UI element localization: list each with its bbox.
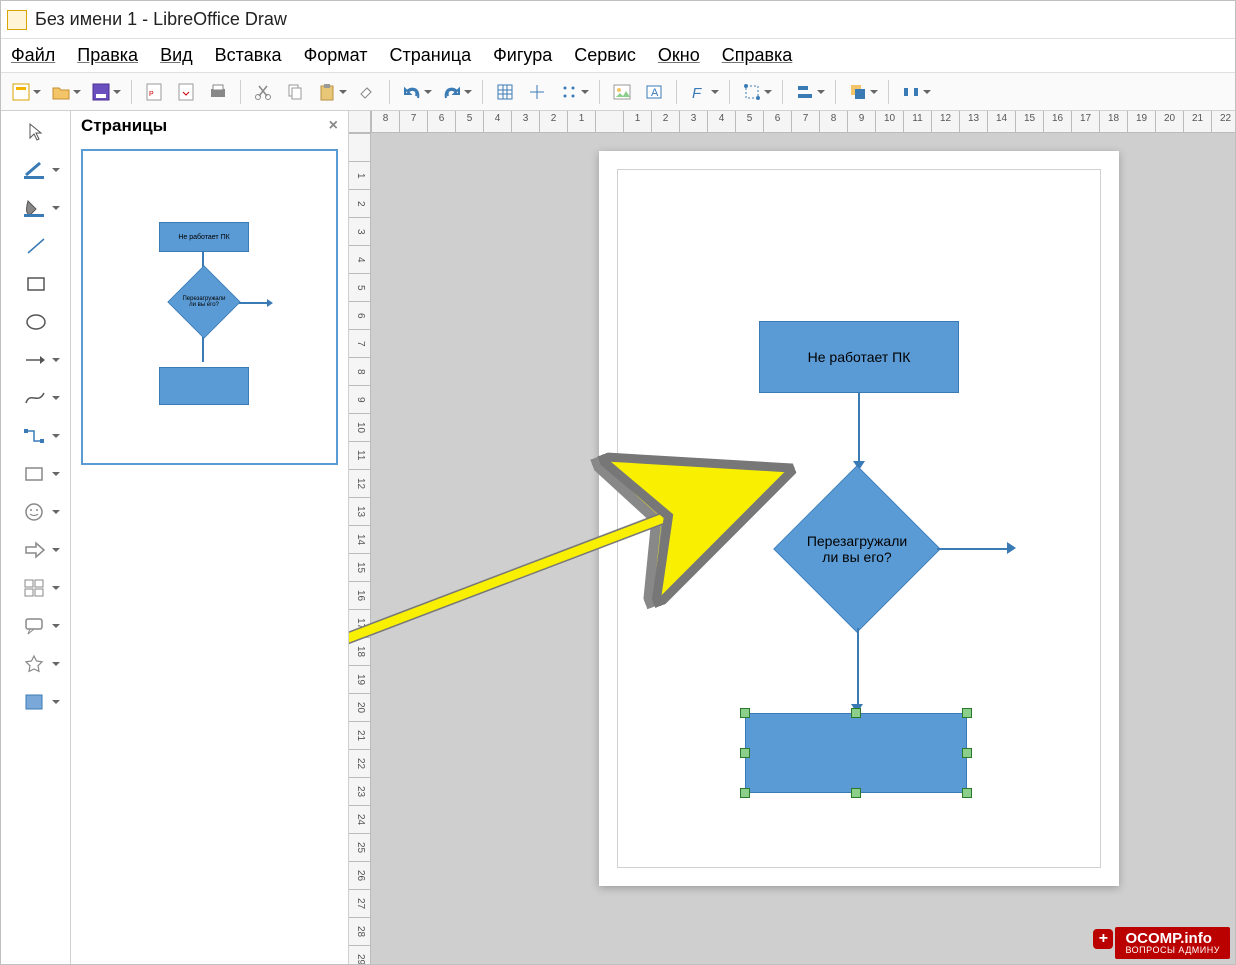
selection-handle[interactable] bbox=[962, 708, 972, 718]
selection-handle[interactable] bbox=[851, 788, 861, 798]
arrange-button[interactable] bbox=[844, 78, 872, 106]
flowchart-diamond-text: Перезагружали ли вы его? bbox=[777, 469, 937, 629]
flowchart-tool[interactable] bbox=[14, 573, 58, 603]
toolbar-main: P A F bbox=[1, 73, 1235, 111]
menu-insert[interactable]: Вставка bbox=[215, 45, 282, 66]
app-icon bbox=[7, 10, 27, 30]
helplines-button[interactable] bbox=[523, 78, 551, 106]
thumb-diamond: Перезагружали ли вы его? bbox=[169, 267, 239, 337]
titlebar: Без имени 1 - LibreOffice Draw bbox=[1, 1, 1235, 39]
menu-file[interactable]: Файл bbox=[11, 45, 55, 66]
page-thumbnail-1[interactable]: 1 Не работает ПК Перезагружали ли вы его… bbox=[81, 149, 338, 465]
stars-tool[interactable] bbox=[14, 649, 58, 679]
thumb-box2 bbox=[159, 367, 249, 405]
ruler-horizontal: 8765432112345678910111213141516171819202… bbox=[371, 111, 1235, 133]
copy-button[interactable] bbox=[281, 78, 309, 106]
flowchart-process-box[interactable]: Не работает ПК bbox=[759, 321, 959, 393]
curve-tool[interactable] bbox=[14, 383, 58, 413]
menu-format[interactable]: Формат bbox=[304, 45, 368, 66]
selection-handle[interactable] bbox=[851, 708, 861, 718]
connector-right[interactable] bbox=[937, 548, 1009, 550]
save-button[interactable] bbox=[87, 78, 115, 106]
watermark-main: OCOMP.info bbox=[1125, 931, 1220, 946]
undo-button[interactable] bbox=[398, 78, 426, 106]
ruler-corner bbox=[349, 111, 371, 133]
thumb-box1: Не работает ПК bbox=[159, 222, 249, 252]
menu-tools[interactable]: Сервис bbox=[574, 45, 636, 66]
flowchart-process-box-selected[interactable] bbox=[745, 713, 967, 793]
rectangle-tool[interactable] bbox=[14, 269, 58, 299]
window-title: Без имени 1 - LibreOffice Draw bbox=[35, 9, 287, 30]
svg-text:P: P bbox=[149, 91, 154, 98]
selection-handle[interactable] bbox=[740, 748, 750, 758]
watermark: OCOMP.info ВОПРОСЫ АДМИНУ bbox=[1115, 927, 1230, 959]
menu-view[interactable]: Вид bbox=[160, 45, 193, 66]
fontwork-button[interactable]: F bbox=[685, 78, 713, 106]
menu-page[interactable]: Страница bbox=[390, 45, 472, 66]
pages-panel: Страницы × 1 Не работает ПК Перезагружал… bbox=[71, 111, 349, 964]
open-button[interactable] bbox=[47, 78, 75, 106]
drawing-page[interactable]: Не работает ПК Перезагружали ли вы его? bbox=[599, 151, 1119, 886]
insert-image-button[interactable] bbox=[608, 78, 636, 106]
ellipse-tool[interactable] bbox=[14, 307, 58, 337]
fill-color-tool[interactable] bbox=[14, 193, 58, 223]
menu-window[interactable]: Окно bbox=[658, 45, 700, 66]
block-arrows-tool[interactable] bbox=[14, 535, 58, 565]
export-direct-button[interactable] bbox=[172, 78, 200, 106]
redo-button[interactable] bbox=[438, 78, 466, 106]
clone-format-button[interactable] bbox=[353, 78, 381, 106]
selection-handle[interactable] bbox=[740, 788, 750, 798]
ruler-vertical: 1234567891011121314151617181920212223242… bbox=[349, 133, 371, 964]
flowchart-box1-text: Не работает ПК bbox=[808, 349, 911, 365]
align-button[interactable] bbox=[791, 78, 819, 106]
canvas-area[interactable]: 8765432112345678910111213141516171819202… bbox=[349, 111, 1235, 964]
export-pdf-button[interactable]: P bbox=[140, 78, 168, 106]
flowchart-decision-diamond[interactable]: Перезагружали ли вы его? bbox=[777, 469, 937, 629]
pages-close-icon[interactable]: × bbox=[329, 117, 338, 135]
menu-help[interactable]: Справка bbox=[722, 45, 793, 66]
new-button[interactable] bbox=[7, 78, 35, 106]
svg-text:F: F bbox=[692, 85, 702, 102]
selection-handle[interactable] bbox=[740, 708, 750, 718]
line-tool[interactable] bbox=[14, 231, 58, 261]
selection-handle[interactable] bbox=[962, 788, 972, 798]
connector-tool[interactable] bbox=[14, 421, 58, 451]
symbol-shapes-tool[interactable] bbox=[14, 497, 58, 527]
arrowhead-icon bbox=[1007, 542, 1022, 554]
pages-title: Страницы bbox=[81, 116, 167, 136]
line-color-tool[interactable] bbox=[14, 155, 58, 185]
select-tool[interactable] bbox=[14, 117, 58, 147]
callouts-tool[interactable] bbox=[14, 611, 58, 641]
connector-1[interactable] bbox=[858, 393, 860, 463]
print-button[interactable] bbox=[204, 78, 232, 106]
textbox-button[interactable]: A bbox=[640, 78, 668, 106]
toolbox bbox=[1, 111, 71, 964]
menubar: Файл Правка Вид Вставка Формат Страница … bbox=[1, 39, 1235, 73]
grid-button[interactable] bbox=[491, 78, 519, 106]
snap-button[interactable] bbox=[555, 78, 583, 106]
svg-text:A: A bbox=[651, 87, 659, 99]
cut-button[interactable] bbox=[249, 78, 277, 106]
basic-shapes-tool[interactable] bbox=[14, 459, 58, 489]
arrow-line-tool[interactable] bbox=[14, 345, 58, 375]
connector-down[interactable] bbox=[857, 628, 859, 706]
menu-edit[interactable]: Правка bbox=[77, 45, 138, 66]
distribute-button[interactable] bbox=[897, 78, 925, 106]
watermark-sub: ВОПРОСЫ АДМИНУ bbox=[1125, 946, 1220, 955]
selection-handle[interactable] bbox=[962, 748, 972, 758]
3d-objects-tool[interactable] bbox=[14, 687, 58, 717]
paste-button[interactable] bbox=[313, 78, 341, 106]
menu-shape[interactable]: Фигура bbox=[493, 45, 552, 66]
transform-button[interactable] bbox=[738, 78, 766, 106]
